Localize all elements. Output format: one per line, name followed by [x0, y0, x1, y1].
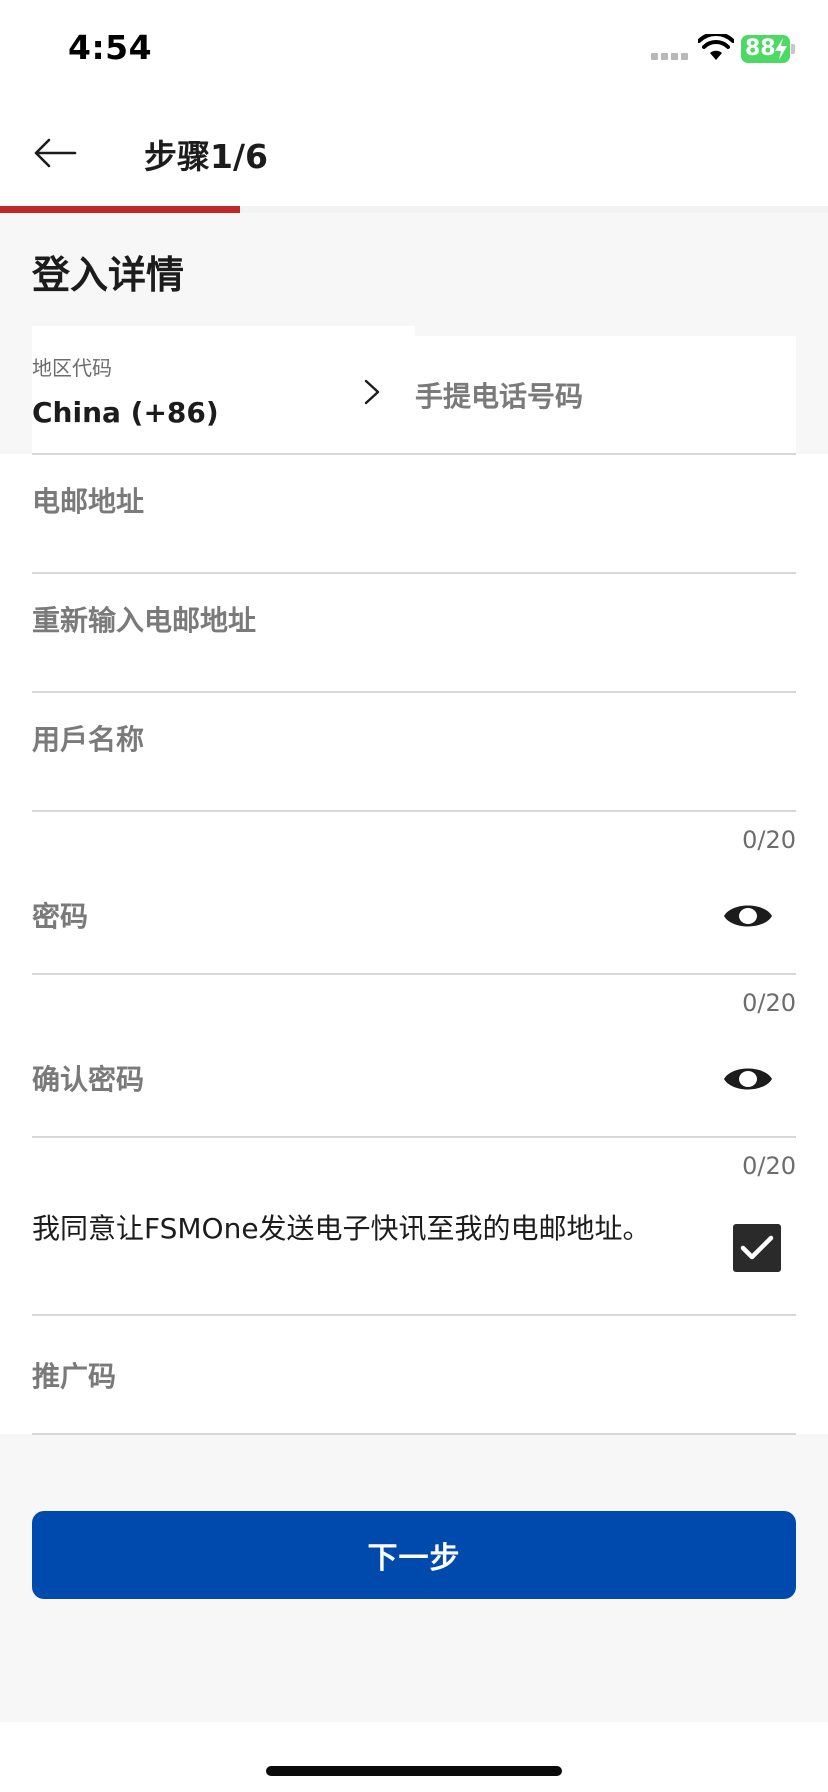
password-char-counter: 0/20	[742, 989, 796, 1017]
section-title: 登入详情	[32, 253, 185, 297]
cellular-signal-icon	[651, 53, 691, 61]
promo-code-input[interactable]	[32, 1346, 722, 1406]
password-input[interactable]	[32, 886, 692, 946]
username-input[interactable]	[32, 709, 722, 769]
battery-cap	[791, 44, 795, 54]
divider	[32, 1314, 796, 1316]
next-step-button[interactable]: 下一步	[32, 1511, 796, 1599]
divider	[32, 973, 796, 975]
divider	[32, 810, 796, 812]
confirm-password-input[interactable]	[32, 1049, 692, 1109]
region-code-selector[interactable]	[32, 326, 415, 454]
phone-number-input[interactable]	[415, 364, 785, 428]
show-confirm-password-eye-icon[interactable]	[722, 1059, 774, 1099]
username-char-counter: 0/20	[742, 826, 796, 854]
divider	[32, 691, 796, 693]
confirm-password-char-counter: 0/20	[742, 1152, 796, 1180]
status-time: 4:54	[68, 28, 153, 67]
region-code-label: 地区代码	[32, 356, 112, 380]
divider	[32, 572, 796, 574]
checkmark-icon	[740, 1235, 774, 1260]
divider	[32, 1136, 796, 1138]
divider	[32, 1433, 796, 1435]
chevron-right-icon[interactable]	[360, 378, 384, 406]
region-code-value[interactable]: China (+86)	[32, 396, 219, 429]
progress-bar	[0, 206, 240, 213]
charging-bolt-icon	[775, 38, 787, 60]
email-input[interactable]	[32, 471, 722, 531]
divider	[32, 453, 796, 455]
arrow-left-icon	[34, 138, 77, 168]
page-title: 步骤1/6	[144, 137, 268, 176]
email-confirm-input[interactable]	[32, 590, 722, 650]
home-indicator	[266, 1766, 562, 1776]
wifi-icon	[698, 34, 734, 60]
newsletter-consent-checkbox[interactable]	[733, 1224, 781, 1272]
newsletter-consent-label: 我同意让FSMOne发送电子快讯至我的电邮地址。	[32, 1212, 651, 1245]
back-button[interactable]	[30, 128, 80, 178]
show-password-eye-icon[interactable]	[722, 896, 774, 936]
